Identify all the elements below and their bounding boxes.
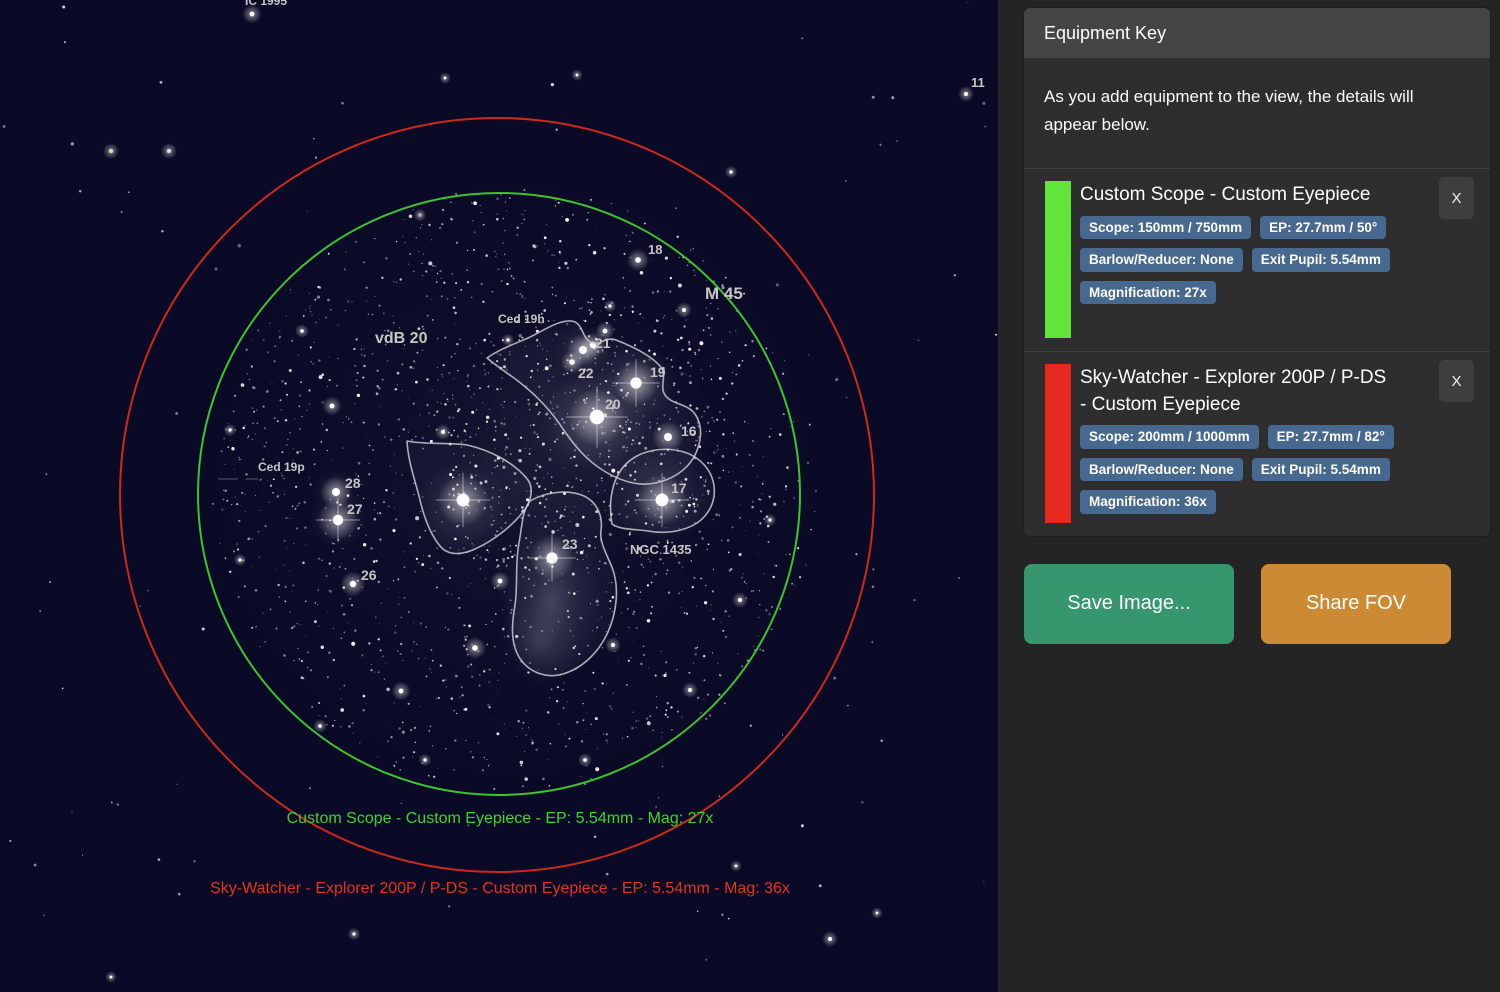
- sky-label: M 45: [705, 284, 743, 303]
- equipment-badges: Scope: 200mm / 1000mm EP: 27.7mm / 82° Bar…: [1080, 425, 1432, 523]
- bright-star: [682, 682, 698, 698]
- bright-star: [605, 637, 621, 653]
- equipment-card-content: Sky-Watcher - Explorer 200P / P-DS - Cus…: [1080, 364, 1432, 523]
- sky-label: Ced 19h: [498, 312, 545, 326]
- bright-star: [822, 931, 838, 947]
- sky-label: 22: [578, 365, 594, 381]
- sky-label: Ced 19p: [258, 460, 305, 474]
- equipment-badges: Scope: 150mm / 750mm EP: 27.7mm / 50° Barl…: [1080, 216, 1432, 314]
- sky-label: 20: [605, 396, 621, 412]
- action-buttons: Save Image... Share FOV: [1024, 564, 1490, 644]
- sky-label: 16: [681, 423, 697, 439]
- equipment-badge: EP: 27.7mm / 50°: [1260, 216, 1386, 240]
- sky-label: IC 1995: [245, 0, 287, 8]
- equipment-title: Custom Scope - Custom Eyepiece: [1080, 182, 1432, 209]
- sky-label: 21: [595, 335, 611, 351]
- panel-title: Equipment Key: [1024, 8, 1490, 58]
- sky-label: 28: [345, 475, 361, 491]
- bright-star: [571, 69, 583, 81]
- sky-label: 18: [648, 242, 662, 257]
- bright-star: [234, 554, 247, 567]
- sidebar: Equipment Key As you add equipment to th…: [998, 0, 1500, 992]
- equipment-badge: Barlow/Reducer: None: [1080, 458, 1243, 482]
- bright-star: [391, 681, 410, 700]
- bright-star: [604, 300, 617, 313]
- remove-equipment-button[interactable]: X: [1439, 360, 1474, 402]
- sky-label: 27: [347, 501, 363, 517]
- equipment-badge: Scope: 150mm / 750mm: [1080, 216, 1251, 240]
- bright-star: [439, 72, 451, 84]
- equipment-badge: Magnification: 36x: [1080, 490, 1216, 514]
- bright-star: [676, 302, 692, 318]
- equipment-card: Custom Scope - Custom Eyepiece Scope: 15…: [1024, 169, 1490, 352]
- bright-star: [732, 592, 748, 608]
- equipment-card: Sky-Watcher - Explorer 200P / P-DS - Cus…: [1024, 352, 1490, 536]
- share-fov-button[interactable]: Share FOV: [1261, 564, 1451, 644]
- bright-star: [161, 143, 177, 159]
- sky-label: 26: [361, 567, 377, 583]
- bright-star: [725, 166, 738, 179]
- sky-label: NGC 1435: [630, 542, 691, 557]
- equipment-badge: Barlow/Reducer: None: [1080, 248, 1243, 272]
- equipment-badge: Scope: 200mm / 1000mm: [1080, 425, 1259, 449]
- bright-star: [730, 860, 742, 872]
- bright-star: [105, 971, 117, 983]
- bright-star: [435, 424, 451, 440]
- sky-label: 23: [562, 536, 578, 552]
- panel-intro: As you add equipment to the view, the de…: [1024, 58, 1490, 169]
- bright-star: [764, 514, 777, 527]
- equipment-color-bar: [1045, 181, 1071, 338]
- equipment-card-content: Custom Scope - Custom Eyepiece Scope: 15…: [1080, 181, 1432, 313]
- bright-star: [490, 571, 509, 590]
- fov-caption-red: Sky-Watcher - Explorer 200P / P-DS - Cus…: [210, 880, 790, 897]
- bright-star: [414, 209, 427, 222]
- fov-calculator-app: IC 1995 11 18 M 45 vdB 20 Ced 19h 2122 19 20 16 Ce…: [0, 0, 1500, 992]
- sky-label: 17: [671, 480, 687, 496]
- bright-star: [419, 754, 432, 767]
- sky-label: vdB 20: [375, 330, 428, 347]
- bright-star: [348, 928, 361, 941]
- equipment-badge: Magnification: 27x: [1080, 281, 1216, 305]
- star-map-canvas: IC 1995 11 18 M 45 vdB 20 Ced 19h 2122 19 20 16 Ce…: [0, 0, 998, 992]
- bright-star: [313, 719, 327, 733]
- bright-star: [464, 637, 486, 659]
- bright-star: [103, 143, 119, 159]
- sky-label: 11: [971, 75, 985, 90]
- bright-star: [322, 396, 341, 415]
- equipment-color-bar: [1045, 364, 1071, 523]
- remove-equipment-button[interactable]: X: [1439, 177, 1474, 219]
- save-image-button[interactable]: Save Image...: [1024, 564, 1234, 644]
- bright-star: [224, 424, 237, 437]
- equipment-badge: Exit Pupil: 5.54mm: [1252, 248, 1390, 272]
- sky-label: 19: [650, 364, 666, 380]
- fov-star-map: IC 1995 11 18 M 45 vdB 20 Ced 19h 2122 19 20 16 Ce…: [0, 0, 998, 992]
- bright-star: [627, 249, 649, 271]
- equipment-key-panel: Equipment Key As you add equipment to th…: [1024, 8, 1490, 536]
- bright-star: [578, 753, 592, 767]
- bright-star: [295, 324, 309, 338]
- fov-caption-green: Custom Scope - Custom Eyepiece - EP: 5.5…: [287, 810, 714, 827]
- equipment-list: Custom Scope - Custom Eyepiece Scope: 15…: [1024, 169, 1490, 536]
- bright-star: [871, 907, 883, 919]
- equipment-badge: Exit Pupil: 5.54mm: [1252, 458, 1390, 482]
- equipment-badge: EP: 27.7mm / 82°: [1268, 425, 1394, 449]
- equipment-title: Sky-Watcher - Explorer 200P / P-DS - Cus…: [1080, 365, 1432, 418]
